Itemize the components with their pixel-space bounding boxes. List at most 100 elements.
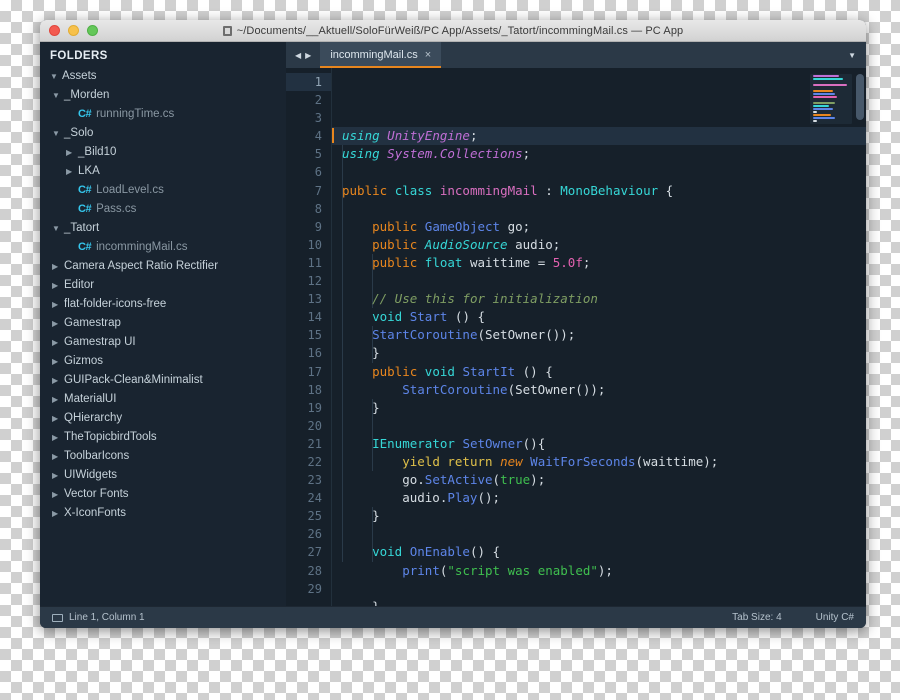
code-token: } (342, 599, 380, 606)
code-token: audio. (342, 490, 448, 506)
sidebar-header: FOLDERS (50, 50, 108, 62)
window-title-group: ~/Documents/__Aktuell/SoloFürWeiß/PC App… (40, 20, 866, 41)
syntax-mode[interactable]: Unity C# (816, 612, 854, 623)
vertical-scrollbar[interactable] (856, 74, 864, 120)
code-token: float (424, 254, 463, 270)
tree-folder-17[interactable]: MaterialUI (40, 390, 286, 409)
chevron-right-icon[interactable] (52, 390, 64, 409)
chevron-right-icon[interactable] (66, 162, 78, 181)
close-window-button[interactable] (49, 25, 60, 36)
tree-item-label: incommingMail.cs (96, 241, 188, 253)
chevron-right-icon[interactable] (52, 371, 64, 390)
tree-folder-22[interactable]: Vector Fonts (40, 485, 286, 504)
editor-area[interactable]: 1 2 3 4 5 6 7 8 9 10 11 12 13 14 15 16 17 18 19 20 21 22 23 24 2… (286, 68, 866, 606)
chevron-right-icon[interactable] (52, 352, 64, 371)
code-token: AudioSource (424, 236, 508, 252)
tree-item-label: X-IconFonts (64, 507, 126, 519)
tree-item-label: flat-folder-icons-free (64, 298, 167, 310)
code-token: MonoBehaviour (560, 182, 659, 198)
tree-folder-11[interactable]: Editor (40, 276, 286, 295)
tree-folder-8[interactable]: _Tatort (40, 219, 286, 238)
folder-tree[interactable]: Assets _Morden C# runningTime.cs_Solo _Bild1… (40, 67, 286, 523)
minimap-line (813, 117, 835, 119)
tree-folder-15[interactable]: Gizmos (40, 352, 286, 371)
tree-folder-13[interactable]: Gamestrap (40, 314, 286, 333)
tab-incommingmail[interactable]: incommingMail.cs × (320, 42, 442, 68)
tree-folder-4[interactable]: _Bild10 (40, 143, 286, 162)
tree-folder-5[interactable]: LKA (40, 162, 286, 181)
code-line: go.SetActive(true); (342, 471, 866, 489)
zoom-window-button[interactable] (87, 25, 98, 36)
tree-folder-14[interactable]: Gamestrap UI (40, 333, 286, 352)
chevron-right-icon[interactable] (52, 485, 64, 504)
chevron-down-icon[interactable] (52, 219, 64, 238)
line-number: 19 (307, 400, 322, 415)
line-number-gutter: 1 2 3 4 5 6 7 8 9 10 11 12 13 14 15 16 17 18 19 20 21 22 23 24 2… (286, 68, 332, 606)
tab-nav-buttons[interactable]: ◀ ▶ (286, 42, 320, 68)
chevron-right-icon[interactable] (52, 466, 64, 485)
tree-item-label: Gamestrap UI (64, 336, 136, 348)
chevron-right-icon[interactable] (52, 276, 64, 295)
tree-file-9[interactable]: C# incommingMail.cs (40, 238, 286, 257)
code-token: void (372, 309, 403, 325)
code-token: UnityEngine (387, 128, 470, 144)
chevron-right-icon[interactable] (52, 504, 64, 523)
csharp-file-icon: C# (78, 241, 92, 253)
chevron-down-icon[interactable] (50, 67, 62, 86)
code-line: void Start () { (342, 308, 866, 326)
tab-size-setting[interactable]: Tab Size: 4 (732, 612, 781, 623)
tree-file-6[interactable]: C# LoadLevel.cs (40, 181, 286, 200)
tree-folder-19[interactable]: TheTopicbirdTools (40, 428, 286, 447)
tree-file-7[interactable]: C# Pass.cs (40, 200, 286, 219)
minimap-line (813, 93, 835, 95)
tree-folder-3[interactable]: _Solo (40, 124, 286, 143)
tree-folder-18[interactable]: QHierarchy (40, 409, 286, 428)
code-token: // Use this for initialization (372, 291, 598, 307)
chevron-right-icon[interactable] (66, 143, 78, 162)
tree-file-2[interactable]: C# runningTime.cs (40, 105, 286, 124)
cursor-position[interactable]: Line 1, Column 1 (69, 612, 145, 623)
tab-bar[interactable]: ◀ ▶ incommingMail.cs × ▼ (286, 42, 866, 68)
tree-folder-10[interactable]: Camera Aspect Ratio Rectifier (40, 257, 286, 276)
minimize-window-button[interactable] (68, 25, 79, 36)
tree-folder-16[interactable]: GUIPack-Clean&Minimalist (40, 371, 286, 390)
window-title: ~/Documents/__Aktuell/SoloFürWeiß/PC App… (236, 24, 684, 37)
nav-prev-icon[interactable]: ◀ (295, 51, 301, 60)
chevron-down-icon[interactable] (52, 124, 64, 143)
tab-label: incommingMail.cs (330, 49, 418, 61)
chevron-right-icon[interactable] (52, 428, 64, 447)
tree-folder-1[interactable]: _Morden (40, 86, 286, 105)
code-token: () { (515, 363, 553, 379)
chevron-down-icon[interactable]: ▼ (838, 42, 866, 68)
chevron-right-icon[interactable] (52, 333, 64, 352)
minimap-line (813, 102, 835, 104)
tree-folder-12[interactable]: flat-folder-icons-free (40, 295, 286, 314)
code-line: } (342, 507, 866, 525)
tree-folder-0[interactable]: Assets (40, 67, 286, 86)
tree-folder-21[interactable]: UIWidgets (40, 466, 286, 485)
folders-sidebar[interactable]: FOLDERS Assets _Morden C# runningTime.cs_So… (40, 42, 286, 606)
chevron-right-icon[interactable] (52, 447, 64, 466)
chevron-right-icon[interactable] (52, 257, 64, 276)
minimap-line (813, 90, 833, 92)
close-icon[interactable]: × (425, 49, 431, 61)
tree-folder-20[interactable]: ToolbarIcons (40, 447, 286, 466)
code-content[interactable]: using UnityEngine; using System.Collectio… (332, 68, 866, 606)
code-token: incommingMail (439, 182, 538, 198)
code-minimap[interactable] (810, 74, 852, 124)
code-token: print (402, 562, 440, 578)
code-token: (){ (522, 435, 546, 451)
chevron-right-icon[interactable] (52, 295, 64, 314)
chevron-right-icon[interactable] (52, 314, 64, 333)
window-titlebar[interactable]: ~/Documents/__Aktuell/SoloFürWeiß/PC App… (40, 20, 866, 42)
tree-folder-23[interactable]: X-IconFonts (40, 504, 286, 523)
nav-next-icon[interactable]: ▶ (305, 51, 311, 60)
code-token: StartCoroutine (402, 381, 508, 397)
code-line: StartCoroutine(SetOwner()); (342, 381, 866, 399)
chevron-down-icon[interactable] (52, 86, 64, 105)
tree-item-label: UIWidgets (64, 469, 118, 481)
chevron-right-icon[interactable] (52, 409, 64, 428)
code-token: { (658, 182, 674, 198)
